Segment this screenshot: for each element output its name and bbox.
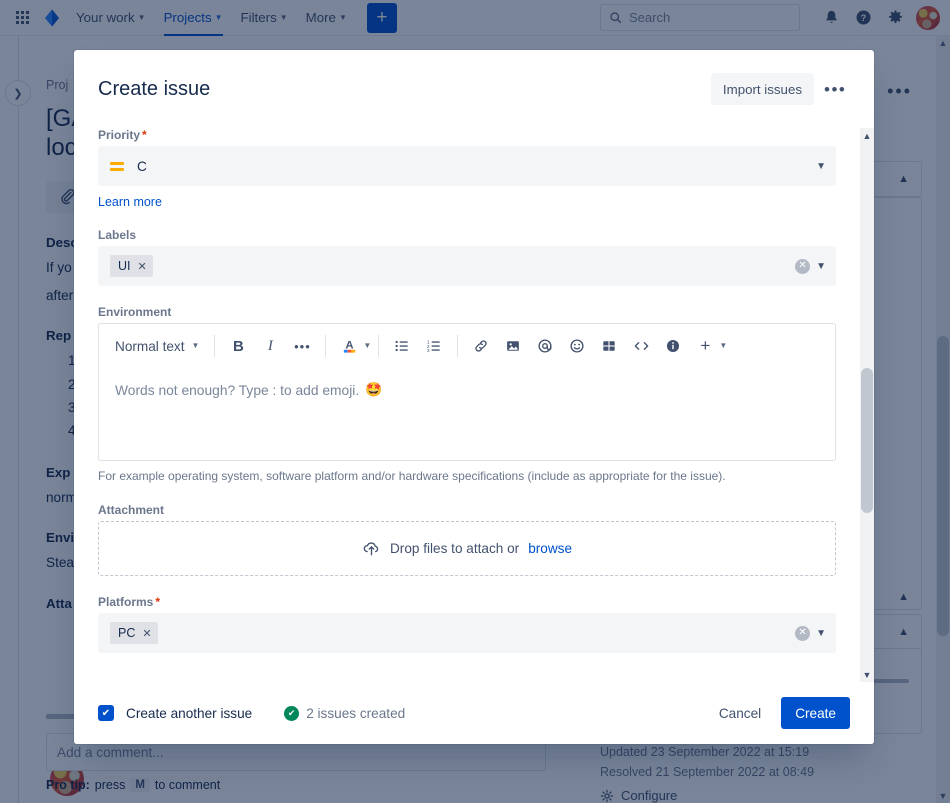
editor-placeholder-emoji: 🤩 xyxy=(365,382,383,397)
attachment-browse-link[interactable]: browse xyxy=(528,541,572,556)
priority-label: Priority * xyxy=(98,128,836,142)
svg-text:A: A xyxy=(345,339,353,351)
modal-scroll-thumb[interactable] xyxy=(861,368,873,513)
editor-toolbar: Normal text ▼ B I ••• A ▼ 1 2 3 + ▼ xyxy=(99,324,835,368)
chevron-down-icon: ▼ xyxy=(191,341,200,350)
priority-learn-more-link[interactable]: Learn more xyxy=(98,195,836,209)
scroll-up-arrow-icon[interactable]: ▲ xyxy=(860,128,874,143)
platforms-label: Platforms * xyxy=(98,595,836,609)
modal-scrollbar[interactable]: ▲ ▼ xyxy=(860,128,874,682)
modal-title: Create issue xyxy=(98,77,211,100)
footer-actions: Cancel Create xyxy=(707,697,850,729)
toolbar-divider xyxy=(457,335,459,357)
priority-select[interactable]: C ▼ xyxy=(98,146,836,186)
status-text: 2 issues created xyxy=(306,705,406,721)
link-icon[interactable] xyxy=(465,330,497,362)
platforms-chip[interactable]: PC ✕ xyxy=(110,622,158,645)
platforms-select[interactable]: PC ✕ ✕ ▼ xyxy=(98,613,836,654)
attachment-drop-text: Drop files to attach or xyxy=(389,541,520,557)
chevron-down-icon[interactable]: ▼ xyxy=(816,261,826,272)
priority-label-text: Priority xyxy=(98,128,141,142)
screen: Your work ▼ Projects ▼ Filters ▼ More ▼ … xyxy=(0,0,950,803)
code-icon[interactable] xyxy=(625,330,657,362)
italic-button[interactable]: I xyxy=(254,330,286,362)
environment-help-text: For example operating system, software p… xyxy=(98,469,726,483)
environment-label: Environment xyxy=(98,305,172,319)
editor-placeholder-text: Words not enough? Type : to add emoji. xyxy=(115,382,360,398)
bullet-list-icon[interactable] xyxy=(386,330,418,362)
remove-chip-icon[interactable]: ✕ xyxy=(138,260,147,273)
create-issue-modal: Create issue Import issues ••• Priority *… xyxy=(74,50,874,744)
success-check-icon: ✔ xyxy=(284,705,300,721)
bold-button[interactable]: B xyxy=(222,330,254,362)
modal-body: Priority * C ▼ Learn more Labels UI ✕ ✕ … xyxy=(74,128,874,682)
modal-more-actions-icon[interactable]: ••• xyxy=(818,73,850,105)
create-another-label[interactable]: Create another issue xyxy=(126,706,252,721)
clear-icon[interactable]: ✕ xyxy=(795,625,811,641)
svg-text:3: 3 xyxy=(427,348,430,354)
labels-select[interactable]: UI ✕ ✕ ▼ xyxy=(98,246,836,286)
editor-placeholder: Words not enough? Type : to add emoji. 🤩 xyxy=(115,382,819,398)
priority-value-text: C xyxy=(137,158,147,174)
info-panel-icon[interactable] xyxy=(657,330,689,362)
text-color-button[interactable]: A xyxy=(333,330,365,362)
chevron-down-icon[interactable]: ▼ xyxy=(363,342,371,350)
create-another-checkbox[interactable]: ✔ xyxy=(98,705,114,721)
remove-chip-icon[interactable]: ✕ xyxy=(142,627,151,640)
labels-chip-text: UI xyxy=(118,259,131,273)
clear-icon[interactable]: ✕ xyxy=(795,258,811,274)
text-style-label: Normal text xyxy=(115,338,185,354)
insert-more-button[interactable]: + xyxy=(689,330,721,362)
environment-text-area[interactable]: Words not enough? Type : to add emoji. 🤩 xyxy=(99,368,835,460)
modal-header: Create issue Import issues ••• xyxy=(74,50,874,128)
environment-rich-text-editor[interactable]: Normal text ▼ B I ••• A ▼ 1 2 3 + ▼ Word… xyxy=(98,323,836,461)
attachment-dropzone[interactable]: Drop files to attach or browse xyxy=(98,521,836,577)
priority-select-controls: ▼ xyxy=(816,161,826,172)
priority-medium-icon xyxy=(110,161,124,171)
toolbar-divider xyxy=(214,335,216,357)
labels-select-controls: ✕ ▼ xyxy=(795,258,826,274)
platforms-chip-text: PC xyxy=(118,626,136,641)
upload-cloud-icon xyxy=(362,539,381,558)
attachment-label: Attachment xyxy=(98,503,165,518)
toolbar-divider xyxy=(325,335,327,357)
modal-form: Priority * C ▼ Learn more Labels UI ✕ ✕ … xyxy=(74,128,860,682)
required-asterisk: * xyxy=(142,128,147,142)
field-attachment: Attachment Drop files to attach or brows… xyxy=(98,503,836,577)
image-icon[interactable] xyxy=(497,330,529,362)
field-platforms: Platforms * PC ✕ ✕ ▼ xyxy=(98,595,836,654)
labels-label: Labels xyxy=(98,228,137,242)
modal-header-actions: Import issues ••• xyxy=(710,73,850,105)
required-asterisk: * xyxy=(155,595,161,610)
chevron-down-icon[interactable]: ▼ xyxy=(816,628,826,639)
cancel-button[interactable]: Cancel xyxy=(707,697,773,729)
text-style-dropdown[interactable]: Normal text ▼ xyxy=(107,339,207,354)
toolbar-divider xyxy=(378,335,380,357)
platforms-label-text: Platforms xyxy=(98,595,154,610)
chevron-down-icon[interactable]: ▼ xyxy=(816,161,826,172)
numbered-list-icon[interactable]: 123 xyxy=(418,330,450,362)
import-issues-button[interactable]: Import issues xyxy=(710,73,814,105)
create-issue-button[interactable]: Create xyxy=(781,697,850,729)
modal-footer: ✔ Create another issue ✔ 2 issues create… xyxy=(74,682,874,744)
field-priority: Priority * C ▼ Learn more xyxy=(98,128,836,209)
platforms-select-controls: ✕ ▼ xyxy=(795,625,826,641)
field-labels: Labels UI ✕ ✕ ▼ xyxy=(98,228,836,286)
chevron-down-icon[interactable]: ▼ xyxy=(719,342,727,350)
status-badge: ✔ 2 issues created xyxy=(284,705,406,721)
scroll-down-arrow-icon[interactable]: ▼ xyxy=(860,667,874,682)
labels-chip[interactable]: UI ✕ xyxy=(110,255,153,277)
emoji-icon[interactable] xyxy=(561,330,593,362)
mention-icon[interactable] xyxy=(529,330,561,362)
table-icon[interactable] xyxy=(593,330,625,362)
priority-selected-value: C xyxy=(110,159,147,174)
field-environment: Environment Normal text ▼ B I ••• A ▼ 1 … xyxy=(98,305,836,485)
more-formatting-button[interactable]: ••• xyxy=(286,330,318,362)
